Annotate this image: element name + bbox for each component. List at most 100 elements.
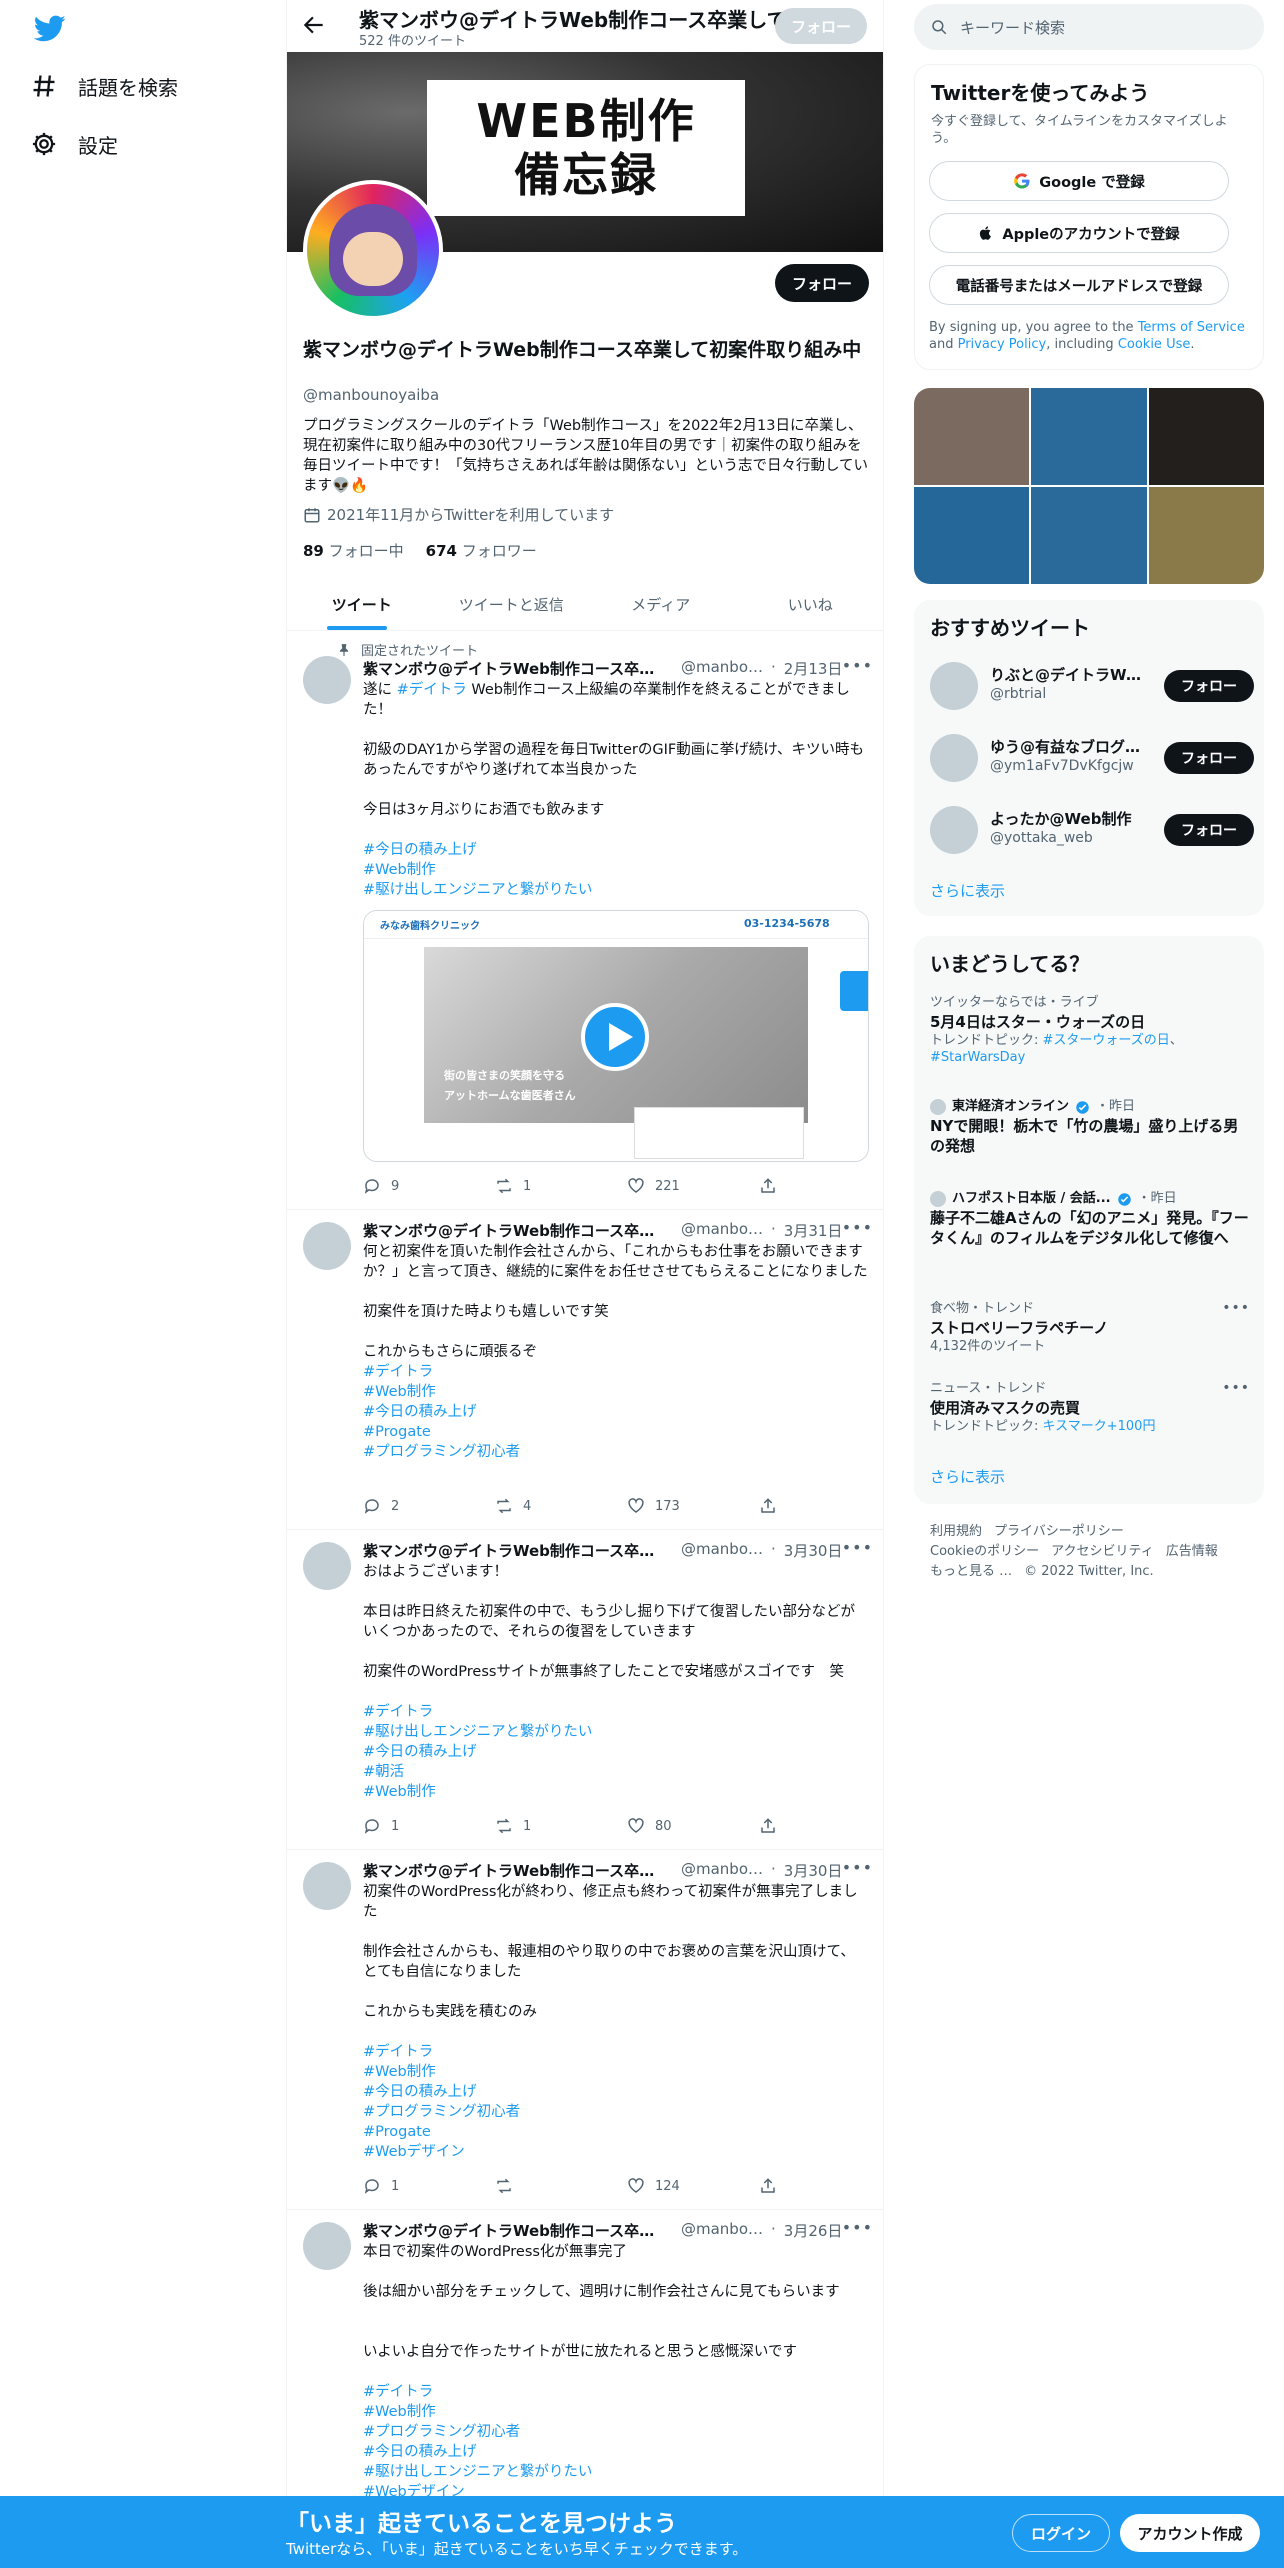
tab-tweets-replies[interactable]: ツイートと返信 <box>437 578 587 630</box>
tab-likes[interactable]: いいね <box>736 578 884 630</box>
trend-item[interactable]: 食べ物・トレンド ストロベリーフラペチーノ 4,132件のツイート ••• <box>930 1300 1250 1355</box>
back-arrow-icon[interactable] <box>301 12 327 38</box>
share-button[interactable] <box>759 2176 777 2196</box>
nav-explore[interactable]: 話題を検索 <box>30 58 178 114</box>
gallery-photo[interactable] <box>1148 388 1264 485</box>
tweet-author-name[interactable]: 紫マンボウ@デイトラWeb制作コース卒業して初案件取り組み中 <box>363 2220 663 2240</box>
news-item[interactable]: 東洋経済オンライン ・昨日 NYで開眼！栃木で「竹の農場」盛り上げる男の発想 <box>930 1098 1250 1156</box>
hashtag-links[interactable]: #デイトラ #Web制作 #プログラミング初心者 #今日の積み上げ #駆け出しエ… <box>363 2384 592 2500</box>
trend-tag-link[interactable]: #スターウォーズの日 <box>1043 1033 1170 1048</box>
tweet-item[interactable]: 紫マンボウ@デイトラWeb制作コース卒業して初案件取り組み中 @manbouno… <box>287 1530 883 1850</box>
more-icon[interactable]: ••• <box>842 1538 873 1557</box>
footer-ads-link[interactable]: 広告情報 <box>1166 1542 1218 1562</box>
share-button[interactable] <box>759 1816 777 1836</box>
trend-item[interactable]: ツイッターならでは・ライブ 5月4日はスター・ウォーズの日 トレンドトピック: … <box>930 994 1250 1066</box>
recommended-user[interactable]: よったか@Web制作 @yottaka_web フォロー <box>930 802 1254 858</box>
tweet-author-name[interactable]: 紫マンボウ@デイトラWeb制作コース卒業して初案件取り組み中 <box>363 1540 663 1560</box>
like-button[interactable]: 173 <box>627 1496 759 1516</box>
reply-button[interactable]: 2 <box>363 1496 495 1516</box>
tweet-author-handle[interactable]: @manbounoyaiba <box>681 1860 771 1880</box>
news-item[interactable]: ハフポスト日本版 / 会話... ・昨日 藤子不二雄Aさんの「幻のアニメ」発見。『… <box>930 1190 1250 1248</box>
tweet-avatar[interactable] <box>303 2222 351 2270</box>
gallery-photo[interactable] <box>1031 388 1147 485</box>
tweet-author-name[interactable]: 紫マンボウ@デイトラWeb制作コース卒業して初案件取り組み中 <box>363 658 663 678</box>
hashtag-links[interactable]: #デイトラ #駆け出しエンジニアと繋がりたい #今日の積み上げ #朝活 #Web… <box>363 1704 592 1800</box>
terms-link[interactable]: Terms of Service <box>1138 320 1245 335</box>
reply-button[interactable]: 1 <box>363 1816 495 1836</box>
gallery-photo[interactable] <box>914 388 1030 485</box>
trend-tag-link[interactable]: キスマーク+100円 <box>1043 1419 1156 1434</box>
apple-signup-button[interactable]: Appleのアカウントで登録 <box>929 213 1229 253</box>
footer-more-link[interactable]: もっと見る … <box>930 1562 1012 1582</box>
retweet-button[interactable]: 1 <box>495 1176 627 1196</box>
tweet-video[interactable]: みなみ歯科クリニック 03-1234-5678 街の皆さまの笑顔を守る アットホ… <box>363 910 869 1162</box>
tweet-avatar[interactable] <box>303 656 351 704</box>
search-input[interactable]: キーワード検索 <box>914 4 1264 50</box>
twitter-logo-icon[interactable] <box>33 12 66 44</box>
tweet-item[interactable]: 固定されたツイート 紫マンボウ@デイトラWeb制作コース卒業して初案件取り組み中… <box>287 632 883 1210</box>
trend-item[interactable]: ニュース・トレンド 使用済みマスクの売買 トレンドトピック: キスマーク+100… <box>930 1380 1250 1435</box>
share-button[interactable] <box>759 1176 777 1196</box>
more-icon[interactable]: ••• <box>842 1858 873 1877</box>
trends-show-more-link[interactable]: さらに表示 <box>930 1466 1005 1487</box>
hashtag-links[interactable]: #デイトラ #Web制作 #今日の積み上げ #Progate #プログラミング初… <box>363 1364 520 1460</box>
tweet-date[interactable]: 3月30日 <box>784 1540 844 1560</box>
tweet-author-handle[interactable]: @manbounoyaiba <box>681 2220 771 2240</box>
like-button[interactable]: 221 <box>627 1176 759 1196</box>
phone-email-signup-button[interactable]: 電話番号またはメールアドレスで登録 <box>929 265 1229 305</box>
footer-cookie-link[interactable]: Cookieのポリシー <box>930 1542 1039 1562</box>
tweet-author-handle[interactable]: @manbounoyaiba <box>681 658 771 678</box>
footer-accessibility-link[interactable]: アクセシビリティ <box>1051 1542 1154 1562</box>
google-signup-button[interactable]: Google で登録 <box>929 161 1229 201</box>
retweet-button[interactable]: 1 <box>495 1816 627 1836</box>
more-icon[interactable]: ••• <box>842 2218 873 2237</box>
tweet-avatar[interactable] <box>303 1222 351 1270</box>
following-link[interactable]: 89 フォロー中 <box>303 540 404 561</box>
privacy-link[interactable]: Privacy Policy <box>958 337 1047 352</box>
recommended-user[interactable]: ゆう@有益なブログ発信者 @ym1aFv7DvKfgcjw フォロー <box>930 730 1254 786</box>
follow-user-button[interactable]: フォロー <box>1164 814 1254 846</box>
login-button[interactable]: ログイン <box>1012 2514 1110 2552</box>
tweet-date[interactable]: 3月31日 <box>784 1220 844 1240</box>
tweet-avatar[interactable] <box>303 1542 351 1590</box>
cookie-link[interactable]: Cookie Use <box>1118 337 1191 352</box>
tweet-avatar[interactable] <box>303 1862 351 1910</box>
more-icon[interactable]: ••• <box>1222 1300 1250 1316</box>
like-button[interactable]: 124 <box>627 2176 759 2196</box>
tweet-item[interactable]: 紫マンボウ@デイトラWeb制作コース卒業して初案件取り組み中 @manbouno… <box>287 1210 883 1530</box>
share-button[interactable] <box>759 1496 777 1516</box>
recommended-user[interactable]: りぶと@デイトラWeb制作 @rbtrial フォロー <box>930 658 1254 714</box>
hashtag-links[interactable]: #今日の積み上げ #Web制作 #駆け出しエンジニアと繋がりたい <box>363 842 592 898</box>
retweet-button[interactable]: 4 <box>495 1496 627 1516</box>
tweet-author-handle[interactable]: @manbounoyaiba <box>681 1540 771 1560</box>
reply-button[interactable]: 9 <box>363 1176 495 1196</box>
header-follow-button[interactable]: フォロー <box>775 8 867 44</box>
trend-tag-link[interactable]: #StarWarsDay <box>930 1050 1025 1065</box>
follow-user-button[interactable]: フォロー <box>1164 670 1254 702</box>
play-button-icon[interactable] <box>581 1003 649 1071</box>
avatar[interactable] <box>930 806 978 854</box>
tweet-author-handle[interactable]: @manbounoyaiba <box>681 1220 771 1240</box>
more-icon[interactable]: ••• <box>842 656 873 675</box>
follow-user-button[interactable]: フォロー <box>1164 742 1254 774</box>
footer-terms-link[interactable]: 利用規約 <box>930 1522 982 1542</box>
nav-settings[interactable]: 設定 <box>30 116 118 172</box>
footer-privacy-link[interactable]: プライバシーポリシー <box>994 1522 1124 1542</box>
tweet-author-name[interactable]: 紫マンボウ@デイトラWeb制作コース卒業して初案件取り組み中 <box>363 1860 663 1880</box>
gallery-photo[interactable] <box>914 487 1030 584</box>
reply-button[interactable]: 1 <box>363 2176 495 2196</box>
like-button[interactable]: 80 <box>627 1816 759 1836</box>
profile-avatar[interactable] <box>303 180 443 320</box>
hashtag-link[interactable]: #デイトラ <box>397 682 467 698</box>
tab-tweets[interactable]: ツイート <box>287 578 437 630</box>
avatar[interactable] <box>930 662 978 710</box>
hashtag-links[interactable]: #デイトラ #Web制作 #今日の積み上げ #プログラミング初心者 #Proga… <box>363 2044 520 2160</box>
avatar[interactable] <box>930 734 978 782</box>
tab-media[interactable]: メディア <box>586 578 736 630</box>
more-icon[interactable]: ••• <box>1222 1380 1250 1396</box>
show-more-link[interactable]: さらに表示 <box>930 880 1005 901</box>
more-icon[interactable]: ••• <box>842 1218 873 1237</box>
followers-link[interactable]: 674 フォロワー <box>426 540 537 561</box>
retweet-button[interactable] <box>495 2176 627 2196</box>
tweet-date[interactable]: 3月26日 <box>784 2220 844 2240</box>
